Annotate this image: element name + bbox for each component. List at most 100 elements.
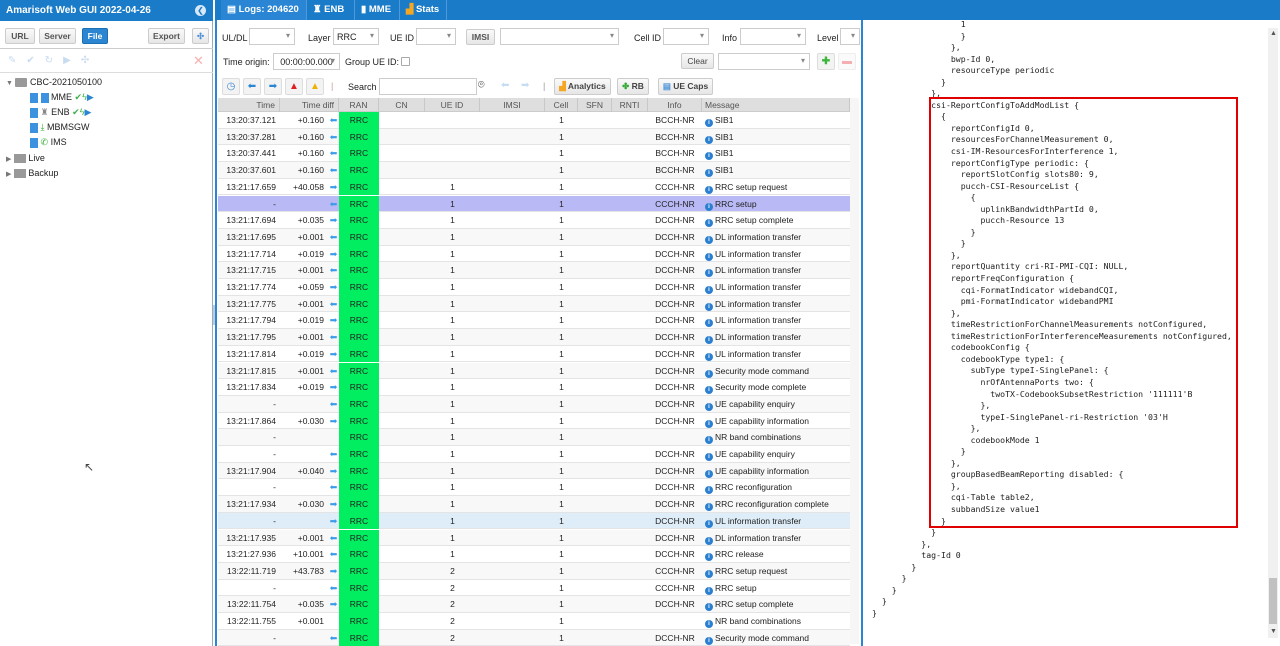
info-icon[interactable]: i	[705, 402, 713, 411]
info-icon[interactable]: i	[705, 453, 713, 461]
info-icon[interactable]: i	[705, 252, 713, 261]
info-icon[interactable]: i	[705, 586, 713, 595]
tab-mme[interactable]: ▮ MME	[355, 0, 400, 20]
search-prev-icon[interactable]: ⬅	[501, 80, 509, 91]
url-button[interactable]: URL	[5, 28, 35, 44]
info-icon[interactable]: i	[705, 369, 713, 378]
table-row[interactable]: 13:21:17.715 +0.001 ⬅ RRC 1 1 DCCH-NR i DL infor…	[218, 262, 850, 279]
info-icon[interactable]: i	[705, 503, 713, 512]
table-row[interactable]: - ⬅ RRC 2 1 CCCH-NR i RRC setup	[218, 579, 850, 597]
level-select[interactable]	[840, 28, 860, 45]
info-icon[interactable]: i	[705, 386, 713, 395]
column-header-info[interactable]: Info	[648, 98, 702, 112]
filter-preset-select[interactable]	[718, 53, 810, 70]
table-row[interactable]: - ⬅ RRC 1 1 DCCH-NR i UE capability enquiry	[218, 446, 850, 463]
play-icon[interactable]: ▶	[87, 92, 94, 102]
table-row[interactable]: 13:22:11.754 +0.035 ➡ RRC 2 1 DCCH-NR i RRC setu…	[218, 596, 850, 613]
play-icon[interactable]: ▶	[84, 107, 91, 117]
tree-item-ims[interactable]: ✆ IMS	[30, 137, 67, 148]
search-next-icon[interactable]: ➡	[521, 80, 529, 91]
table-row[interactable]: 13:21:27.936 +10.001 ⬅ RRC 1 1 DCCH-NR i RRC rel…	[218, 546, 850, 563]
column-header-message[interactable]: Message	[702, 98, 850, 112]
column-header-ran[interactable]: RAN	[339, 98, 379, 112]
server-button[interactable]: Server	[39, 28, 76, 44]
table-row[interactable]: 13:22:11.719 +43.783 ➡ RRC 2 1 CCCH-NR i RRC set…	[218, 562, 850, 580]
ueid-select[interactable]	[416, 28, 456, 45]
info-icon[interactable]: i	[705, 235, 713, 244]
info-icon[interactable]: i	[705, 603, 713, 612]
table-row[interactable]: 13:21:17.694 +0.035 ➡ RRC 1 1 DCCH-NR i RRC setu…	[218, 212, 850, 229]
table-scrollbar[interactable]	[850, 98, 859, 644]
imsi-select[interactable]	[500, 28, 619, 45]
table-row[interactable]: 13:20:37.601 +0.160 ⬅ RRC 1 BCCH-NR i SIB1	[218, 162, 850, 179]
table-row[interactable]: - ⬅ RRC 1 1 DCCH-NR i RRC reconfiguration	[218, 479, 850, 497]
column-header-cn[interactable]: CN	[379, 98, 425, 112]
table-row[interactable]: - ⬅ RRC 2 1 DCCH-NR i Security mode command	[218, 629, 850, 646]
column-header-cell[interactable]: Cell	[545, 98, 578, 112]
export-button[interactable]: Export	[148, 28, 185, 44]
info-icon[interactable]: i	[705, 352, 713, 361]
arrow-left-icon[interactable]: ⬅	[243, 78, 261, 95]
info-icon[interactable]: i	[705, 636, 713, 645]
table-row[interactable]: 13:21:17.935 +0.001 ⬅ RRC 1 1 DCCH-NR i DL infor…	[218, 529, 850, 547]
tab-logs[interactable]: ▤ Logs: 204620	[221, 0, 307, 20]
column-header-time[interactable]: Time	[218, 98, 280, 112]
rb-button[interactable]: ✤ RB	[617, 78, 649, 95]
remove-icon[interactable]: ▬	[838, 53, 856, 70]
info-icon[interactable]: i	[705, 569, 713, 578]
binoculars-icon[interactable]: ⌾	[478, 79, 485, 92]
info-icon[interactable]: i	[705, 286, 713, 294]
table-row[interactable]: 13:21:17.714 +0.019 ➡ RRC 1 1 DCCH-NR i UL infor…	[218, 245, 850, 263]
column-header-imsi[interactable]: IMSI	[480, 98, 545, 112]
info-icon[interactable]: i	[705, 336, 713, 345]
info-icon[interactable]: i	[705, 185, 713, 194]
table-row[interactable]: 13:21:17.904 +0.040 ➡ RRC 1 1 DCCH-NR i UE capab…	[218, 462, 850, 480]
info-icon[interactable]: i	[705, 169, 713, 178]
info-select[interactable]	[740, 28, 806, 45]
info-icon[interactable]: i	[705, 553, 713, 562]
add-icon[interactable]: ✚	[817, 53, 835, 70]
table-row[interactable]: 13:21:17.774 +0.059 ➡ RRC 1 1 DCCH-NR i UL infor…	[218, 279, 850, 296]
table-row[interactable]: 13:21:17.834 +0.019 ➡ RRC 1 1 DCCH-NR i Security…	[218, 379, 850, 396]
column-header-rnti[interactable]: RNTI	[612, 98, 648, 112]
column-header-sfn[interactable]: SFN	[578, 98, 612, 112]
table-row[interactable]: 13:21:17.815 +0.001 ⬅ RRC 1 1 DCCH-NR i Security…	[218, 362, 850, 380]
delete-icon[interactable]: ✕	[193, 53, 204, 69]
table-row[interactable]: - ⬅ RRC 1 1 DCCH-NR i UE capability enquiry	[218, 395, 850, 413]
warning-icon[interactable]: ▲	[306, 78, 324, 95]
info-icon[interactable]: i	[705, 302, 713, 311]
analytics-button[interactable]: ▟ Analytics	[554, 78, 611, 95]
time-origin-input[interactable]: 00:00:00.000	[273, 53, 340, 70]
table-row[interactable]: 13:20:37.121 +0.160 ⬅ RRC 1 BCCH-NR i SIB1	[218, 112, 850, 129]
tree-item-enb[interactable]: ♜ ENB ✔ϟ▶	[30, 107, 91, 118]
info-icon[interactable]: i	[705, 536, 713, 545]
collapse-panel-icon[interactable]: ❮	[195, 5, 206, 16]
table-row[interactable]: 13:21:17.695 +0.001 ⬅ RRC 1 1 DCCH-NR i DL infor…	[218, 228, 850, 246]
info-icon[interactable]: i	[705, 519, 713, 528]
settings-icon[interactable]: ✣	[192, 28, 209, 44]
info-icon[interactable]: i	[705, 419, 713, 428]
info-icon[interactable]: i	[705, 152, 713, 161]
column-header-ue-id[interactable]: UE ID	[425, 98, 480, 112]
table-row[interactable]: - ➡ RRC 1 1 DCCH-NR i UL information transfer	[218, 512, 850, 530]
tab-stats[interactable]: ▟ Stats	[400, 0, 447, 20]
clear-button[interactable]: Clear	[681, 53, 714, 69]
arrow-right-icon[interactable]: ➡	[264, 78, 282, 95]
error-icon[interactable]: ▲	[285, 78, 303, 95]
tree-root[interactable]: ▼ CBC-2021050100	[6, 77, 102, 88]
table-row[interactable]: 13:21:17.864 +0.030 ➡ RRC 1 1 DCCH-NR i UE capab…	[218, 412, 850, 430]
uecaps-button[interactable]: ▤ UE Caps	[658, 78, 713, 95]
tab-enb[interactable]: ♜ ENB	[307, 0, 355, 20]
uldl-select[interactable]	[249, 28, 295, 45]
tree-item-mbmsgw[interactable]: ⤓ MBMSGW	[30, 122, 90, 133]
detail-scrollbar[interactable]	[1268, 28, 1278, 638]
search-input[interactable]	[379, 78, 477, 95]
tree-item-backup[interactable]: ▶ Backup	[6, 168, 58, 179]
table-row[interactable]: 13:21:17.794 +0.019 ➡ RRC 1 1 DCCH-NR i UL infor…	[218, 312, 850, 330]
clock-icon[interactable]: ◷	[222, 78, 240, 95]
layer-select[interactable]: RRC	[333, 28, 379, 45]
table-row[interactable]: 13:20:37.441 +0.160 ⬅ RRC 1 BCCH-NR i SIB1	[218, 145, 850, 163]
info-icon[interactable]: i	[705, 469, 713, 478]
info-icon[interactable]: i	[705, 219, 713, 228]
table-row[interactable]: 13:21:17.814 +0.019 ➡ RRC 1 1 DCCH-NR i UL infor…	[218, 345, 850, 363]
